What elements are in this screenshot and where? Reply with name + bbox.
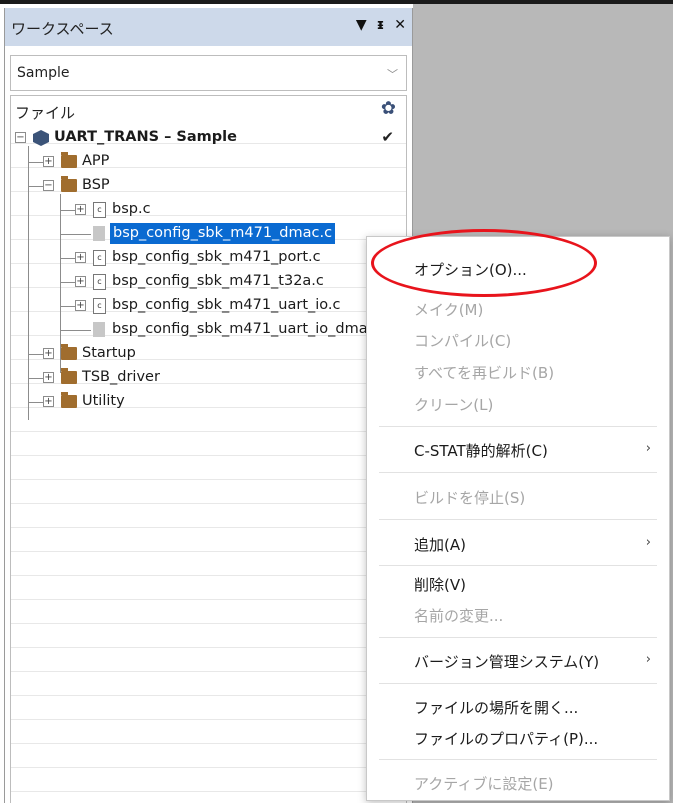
tree-row-file[interactable]: + c bsp_config_sbk_m471_port.c bbox=[11, 246, 406, 270]
menu-item-delete[interactable]: 削除(V) bbox=[414, 574, 466, 595]
folder-icon bbox=[61, 344, 77, 360]
tree-row-folder[interactable]: + TSB_driver bbox=[11, 366, 406, 390]
context-menu: オプション(O)... メイク(M) コンパイル(C) すべてを再ビルド(B) … bbox=[366, 236, 670, 801]
c-file-icon: c bbox=[93, 250, 106, 266]
menu-separator bbox=[379, 637, 657, 638]
menu-item-version-control[interactable]: バージョン管理システム(Y) bbox=[414, 651, 599, 672]
annotation-highlight-oval bbox=[371, 229, 597, 297]
tree-item-label: BSP bbox=[82, 177, 110, 193]
folder-icon bbox=[61, 176, 77, 192]
tree-item-label: bsp_config_sbk_m471_uart_io_dma.c bbox=[112, 321, 381, 337]
dropdown-icon[interactable]: ▼ bbox=[356, 17, 367, 33]
panel-titlebar[interactable]: ワークスペース ▼ ᵻ ✕ bbox=[5, 8, 412, 46]
c-file-icon: c bbox=[93, 298, 106, 314]
tree-row-folder[interactable]: − BSP bbox=[11, 174, 406, 198]
menu-item-stop-build[interactable]: ビルドを停止(S) bbox=[414, 487, 525, 508]
menu-item-clean[interactable]: クリーン(L) bbox=[414, 394, 493, 415]
tree-row-file-selected[interactable]: bsp_config_sbk_m471_dmac.c bbox=[11, 222, 406, 246]
chevron-right-icon: › bbox=[645, 652, 651, 667]
expand-icon[interactable]: + bbox=[75, 204, 86, 215]
config-select-value: Sample bbox=[17, 65, 70, 81]
tree-header: ファイル ✿ bbox=[11, 96, 406, 124]
tree-row-folder[interactable]: + Utility bbox=[11, 390, 406, 414]
c-file-icon: c bbox=[93, 202, 106, 218]
expand-icon[interactable]: + bbox=[75, 276, 86, 287]
gear-icon[interactable]: ✿ bbox=[381, 98, 396, 119]
tree-item-label: bsp_config_sbk_m471_dmac.c bbox=[110, 223, 336, 244]
tree-row-project[interactable]: − UART_TRANS – Sample ✔ bbox=[11, 126, 406, 150]
menu-item-make[interactable]: メイク(M) bbox=[414, 299, 483, 320]
menu-item-rename[interactable]: 名前の変更... bbox=[414, 605, 503, 626]
tree-item-label: Utility bbox=[82, 393, 125, 409]
tree-item-label: TSB_driver bbox=[82, 369, 160, 385]
folder-icon bbox=[61, 392, 77, 408]
collapse-icon[interactable]: − bbox=[15, 132, 26, 143]
tree-item-label: APP bbox=[82, 153, 110, 169]
expand-icon[interactable]: + bbox=[43, 156, 54, 167]
chevron-down-icon[interactable]: ﹀ bbox=[387, 66, 398, 82]
menu-separator bbox=[379, 519, 657, 520]
tree-row-folder[interactable]: + Startup bbox=[11, 342, 406, 366]
tree-item-label: bsp.c bbox=[112, 201, 151, 217]
menu-item-rebuild-all[interactable]: すべてを再ビルド(B) bbox=[414, 362, 554, 383]
menu-separator bbox=[379, 759, 657, 760]
project-label: UART_TRANS – Sample bbox=[54, 129, 237, 145]
pin-icon[interactable]: ᵻ bbox=[377, 17, 385, 33]
chevron-right-icon: › bbox=[645, 441, 651, 456]
tree-item-label: bsp_config_sbk_m471_uart_io.c bbox=[112, 297, 341, 313]
tree-row-file[interactable]: + c bsp.c bbox=[11, 198, 406, 222]
menu-separator bbox=[379, 683, 657, 684]
menu-item-cstat[interactable]: C-STAT静的解析(C) bbox=[414, 440, 548, 461]
menu-item-set-active[interactable]: アクティブに設定(E) bbox=[414, 773, 554, 794]
workspace-config-select[interactable]: Sample ﹀ bbox=[10, 55, 407, 91]
menu-separator bbox=[379, 565, 657, 566]
expand-icon[interactable]: + bbox=[43, 396, 54, 407]
menu-item-add[interactable]: 追加(A) bbox=[414, 534, 466, 555]
menu-item-compile[interactable]: コンパイル(C) bbox=[414, 330, 511, 351]
tree-item-label: bsp_config_sbk_m471_t32a.c bbox=[112, 273, 324, 289]
panel-title: ワークスペース bbox=[11, 20, 114, 38]
expand-icon[interactable]: + bbox=[75, 300, 86, 311]
workspace-panel: ワークスペース ▼ ᵻ ✕ Sample ﹀ ファイル ✿ − UART_TRA… bbox=[4, 8, 413, 803]
folder-icon bbox=[61, 152, 77, 168]
tree-header-label: ファイル bbox=[15, 104, 76, 122]
expand-icon[interactable]: + bbox=[43, 372, 54, 383]
menu-separator bbox=[379, 426, 657, 427]
folder-icon bbox=[61, 368, 77, 384]
tree-row-file[interactable]: bsp_config_sbk_m471_uart_io_dma.c bbox=[11, 318, 406, 342]
menu-separator bbox=[379, 472, 657, 473]
menu-item-file-properties[interactable]: ファイルのプロパティ(P)... bbox=[414, 728, 598, 749]
menu-item-open-file-location[interactable]: ファイルの場所を開く... bbox=[414, 697, 578, 718]
expand-icon[interactable]: + bbox=[43, 348, 54, 359]
tree-row-file[interactable]: + c bsp_config_sbk_m471_t32a.c bbox=[11, 270, 406, 294]
chevron-right-icon: › bbox=[645, 535, 651, 550]
c-file-icon: c bbox=[93, 274, 106, 290]
project-icon bbox=[33, 130, 49, 146]
tree-item-label: bsp_config_sbk_m471_port.c bbox=[112, 249, 321, 265]
close-icon[interactable]: ✕ bbox=[394, 17, 406, 33]
file-tree: ファイル ✿ − UART_TRANS – Sample ✔ + APP − B… bbox=[10, 95, 407, 803]
file-icon bbox=[93, 322, 105, 337]
expand-icon[interactable]: + bbox=[75, 252, 86, 263]
collapse-icon[interactable]: − bbox=[43, 180, 54, 191]
file-icon bbox=[93, 226, 105, 241]
tree-item-label: Startup bbox=[82, 345, 136, 361]
tree-row-file[interactable]: + c bsp_config_sbk_m471_uart_io.c bbox=[11, 294, 406, 318]
tree-row-folder[interactable]: + APP bbox=[11, 150, 406, 174]
checkmark-icon: ✔ bbox=[381, 128, 394, 146]
